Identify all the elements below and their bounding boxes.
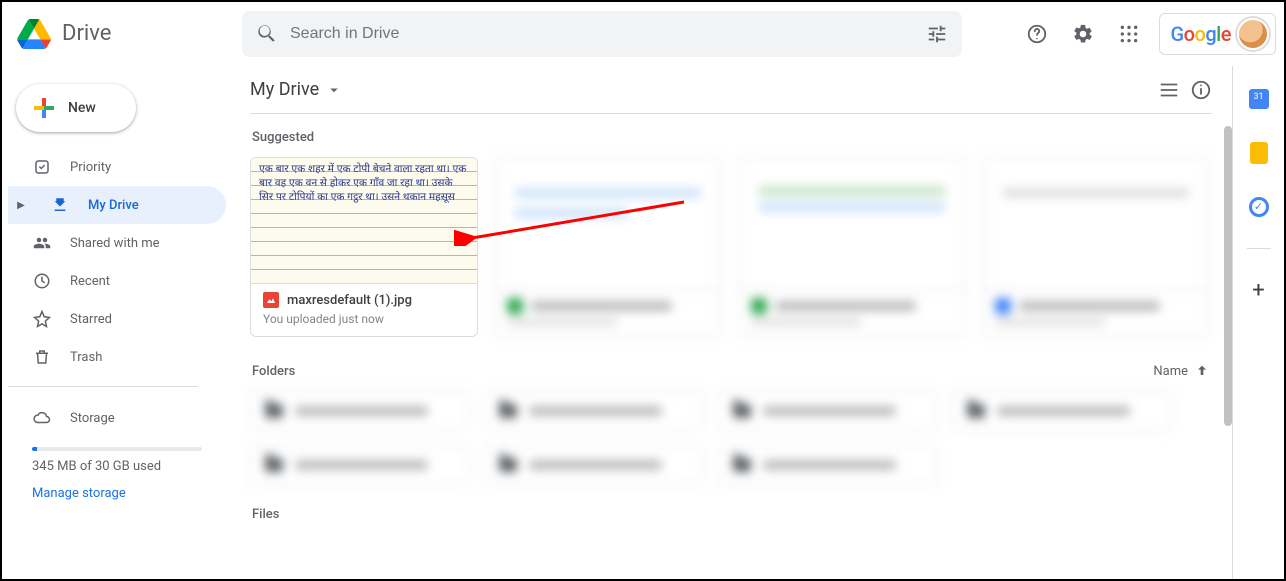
nav-label: Trash xyxy=(70,350,102,365)
divider xyxy=(8,386,198,387)
nav-trash[interactable]: Trash xyxy=(8,338,226,376)
avatar[interactable] xyxy=(1237,18,1269,50)
drive-logo-icon xyxy=(14,14,54,54)
suggested-card-blurred[interactable]: .. xyxy=(982,157,1210,337)
cloud-icon xyxy=(32,409,52,427)
trash-icon xyxy=(32,348,52,366)
header-actions: Google xyxy=(1017,13,1276,55)
apps-icon[interactable] xyxy=(1109,14,1149,54)
app-name: Drive xyxy=(62,21,111,46)
image-file-icon xyxy=(263,292,279,308)
tasks-addon-icon[interactable] xyxy=(1240,188,1278,226)
nav-label: Starred xyxy=(70,312,112,327)
settings-icon[interactable] xyxy=(1063,14,1103,54)
logo-area[interactable]: Drive xyxy=(14,14,234,54)
priority-icon xyxy=(32,158,52,176)
nav-recent[interactable]: Recent xyxy=(8,262,226,300)
recent-icon xyxy=(32,272,52,290)
sidebar: New Priority ▶ My Drive Shared with me R… xyxy=(2,66,234,579)
suggested-label: Suggested xyxy=(252,130,1212,145)
my-drive-icon xyxy=(50,196,70,214)
divider xyxy=(1247,248,1271,249)
search-bar[interactable] xyxy=(242,11,962,57)
list-view-icon[interactable] xyxy=(1158,79,1180,101)
keep-addon-icon[interactable] xyxy=(1240,134,1278,172)
calendar-addon-icon[interactable] xyxy=(1240,80,1278,118)
suggested-card[interactable]: एक बार एक शहर में एक टोपी बेचने वाला रहत… xyxy=(250,157,478,337)
plus-icon xyxy=(32,96,56,120)
folder-grid xyxy=(250,391,1212,485)
folder-item[interactable] xyxy=(250,445,470,485)
side-panel: + xyxy=(1232,66,1284,579)
files-label: Files xyxy=(252,507,1212,522)
nav-label: Priority xyxy=(70,160,111,175)
folders-label: Folders xyxy=(252,364,295,379)
breadcrumb-label: My Drive xyxy=(250,79,319,100)
nav-storage[interactable]: Storage xyxy=(8,399,226,437)
folder-item[interactable] xyxy=(484,391,704,431)
breadcrumb[interactable]: My Drive xyxy=(250,79,343,100)
nav-label: My Drive xyxy=(88,198,139,213)
folder-item[interactable] xyxy=(718,391,938,431)
nav-my-drive[interactable]: ▶ My Drive xyxy=(8,186,226,224)
nav-starred[interactable]: Starred xyxy=(8,300,226,338)
nav-priority[interactable]: Priority xyxy=(8,148,226,186)
main: My Drive Suggested एक बार एक शहर में ए xyxy=(234,66,1232,579)
chevron-down-icon xyxy=(325,81,343,99)
thumbnail-text: एक बार एक शहर में एक टोपी बेचने वाला रहत… xyxy=(259,164,469,206)
suggested-card-blurred[interactable]: .. xyxy=(494,157,722,337)
shared-icon xyxy=(32,234,52,252)
breadcrumb-row: My Drive xyxy=(250,66,1212,114)
new-button[interactable]: New xyxy=(16,84,136,132)
nav: Priority ▶ My Drive Shared with me Recen… xyxy=(8,148,226,501)
scrollbar[interactable] xyxy=(1224,126,1232,426)
manage-storage-link[interactable]: Manage storage xyxy=(8,486,226,501)
account-switcher[interactable]: Google xyxy=(1159,13,1276,55)
nav-shared[interactable]: Shared with me xyxy=(8,224,226,262)
folder-item[interactable] xyxy=(250,391,470,431)
folder-item[interactable] xyxy=(952,391,1172,431)
storage-used: 345 MB of 30 GB used xyxy=(8,459,226,474)
folder-item[interactable] xyxy=(484,445,704,485)
google-logo: Google xyxy=(1170,22,1231,46)
tune-icon[interactable] xyxy=(926,23,948,45)
info-icon[interactable] xyxy=(1190,79,1212,101)
folders-header: Folders Name xyxy=(252,363,1210,379)
storage-bar xyxy=(32,447,202,451)
header: Drive Google xyxy=(2,2,1284,66)
search-input[interactable] xyxy=(290,25,914,43)
suggested-card-blurred[interactable]: .. xyxy=(738,157,966,337)
search-icon xyxy=(256,23,278,45)
sort-by-name[interactable]: Name xyxy=(1153,363,1210,379)
card-filename: maxresdefault (1).jpg xyxy=(287,293,412,308)
nav-label: Recent xyxy=(70,274,110,289)
caret-icon: ▶ xyxy=(14,200,28,211)
arrow-up-icon xyxy=(1194,363,1210,379)
help-icon[interactable] xyxy=(1017,14,1057,54)
folder-item[interactable] xyxy=(718,445,938,485)
card-subtitle: You uploaded just now xyxy=(263,312,465,326)
star-icon xyxy=(32,310,52,328)
nav-label: Storage xyxy=(70,411,115,426)
nav-label: Shared with me xyxy=(70,236,160,251)
add-addon-icon[interactable]: + xyxy=(1240,271,1278,309)
suggested-row: एक बार एक शहर में एक टोपी बेचने वाला रहत… xyxy=(250,157,1212,337)
card-thumbnail: एक बार एक शहर में एक टोपी बेचने वाला रहत… xyxy=(251,158,477,284)
new-button-label: New xyxy=(68,100,96,116)
